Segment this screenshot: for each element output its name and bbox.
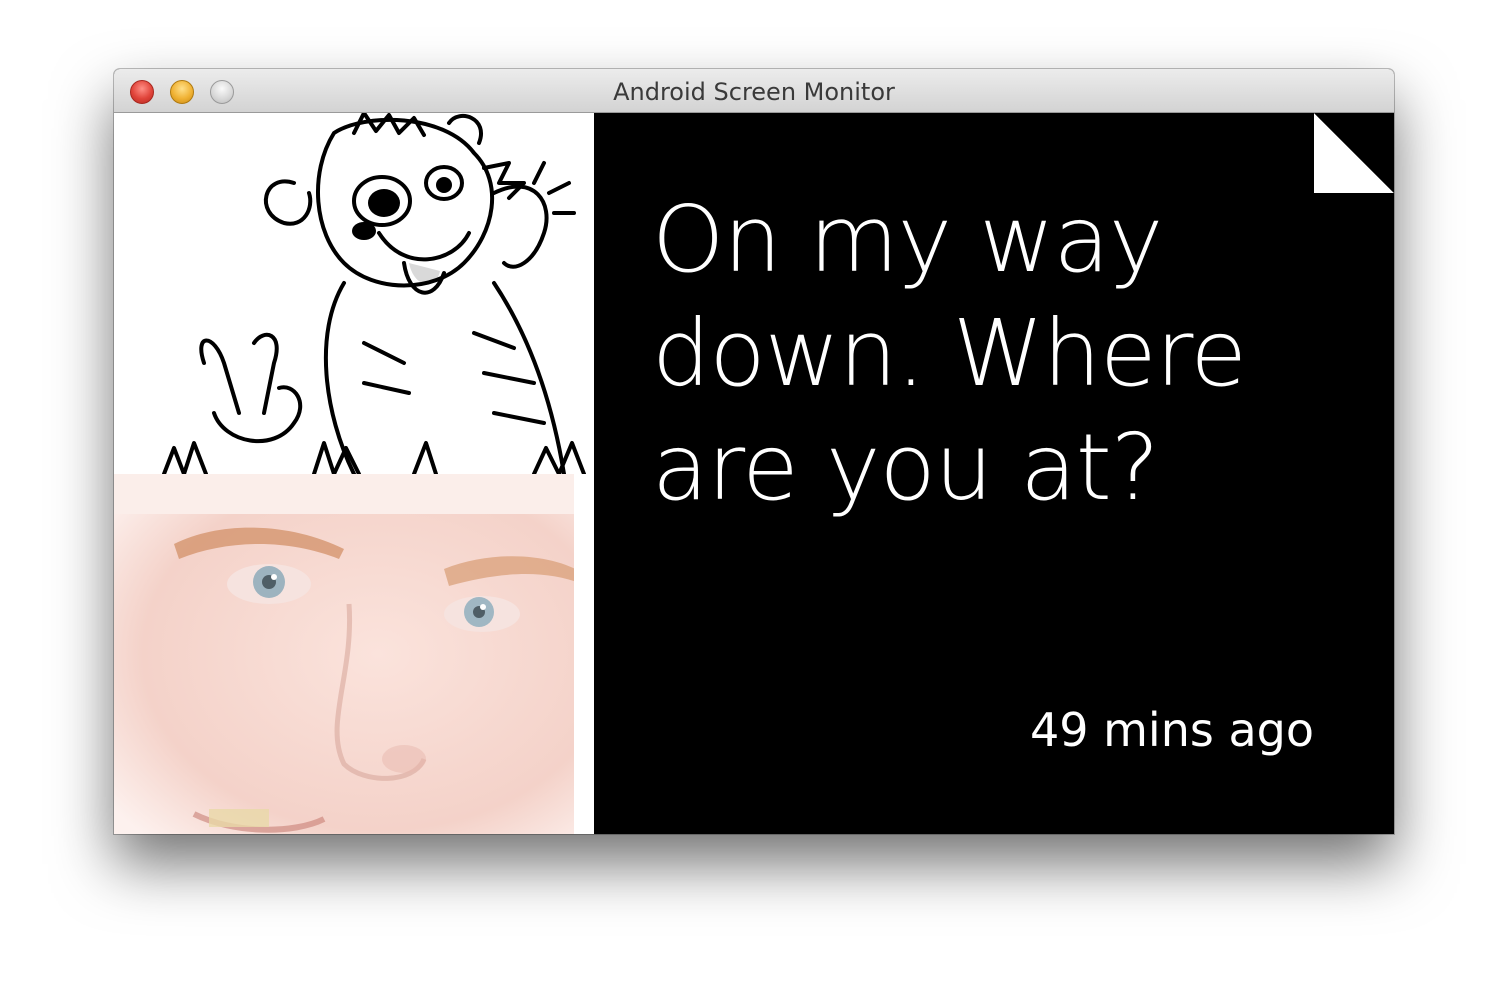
tiger-drawing-icon	[162, 113, 586, 474]
app-window: Android Screen Monitor On my way down. W…	[114, 69, 1394, 834]
screen-mirror[interactable]: On my way down. Where are you at? 49 min…	[114, 113, 1394, 834]
person-face-image	[114, 474, 594, 834]
contact-photo-panel	[114, 113, 594, 834]
cartoon-tiger-image	[114, 113, 594, 474]
title-bar[interactable]: Android Screen Monitor	[114, 69, 1394, 113]
bundle-corner-icon	[1314, 113, 1394, 193]
face-photo-icon	[114, 474, 594, 834]
timestamp: 49 mins ago	[1029, 703, 1314, 757]
message-text: On my way down. Where are you at?	[652, 186, 1247, 521]
window-title: Android Screen Monitor	[613, 78, 895, 106]
